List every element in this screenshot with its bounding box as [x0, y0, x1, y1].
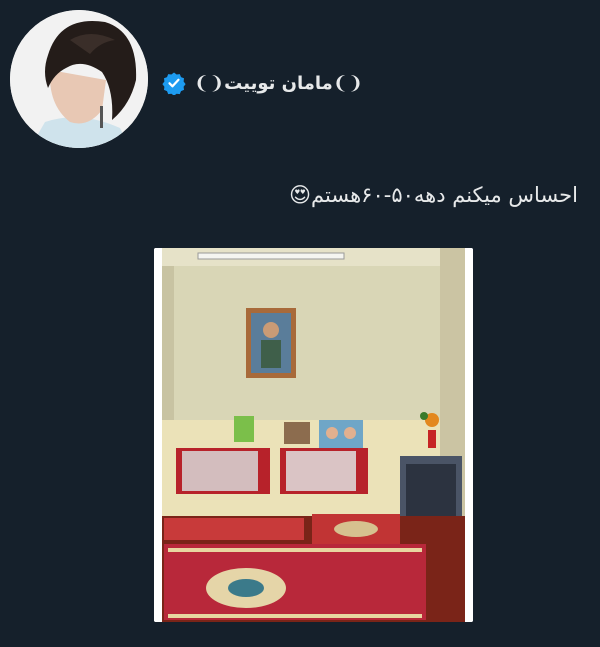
avatar[interactable] — [10, 10, 148, 148]
avatar-photo — [10, 10, 148, 148]
room-photo — [154, 248, 473, 622]
tweet-text: احساس میکنم دهه۵۰-۶۰هستم😍 — [289, 183, 578, 207]
tweet-media-photo[interactable] — [154, 248, 473, 622]
display-name[interactable]: ❨‌❩مامان توییت❨‌❩ — [194, 73, 363, 94]
profile-header[interactable]: ❨‌❩مامان توییت❨‌❩ — [162, 66, 363, 100]
verified-badge-icon — [162, 71, 186, 95]
